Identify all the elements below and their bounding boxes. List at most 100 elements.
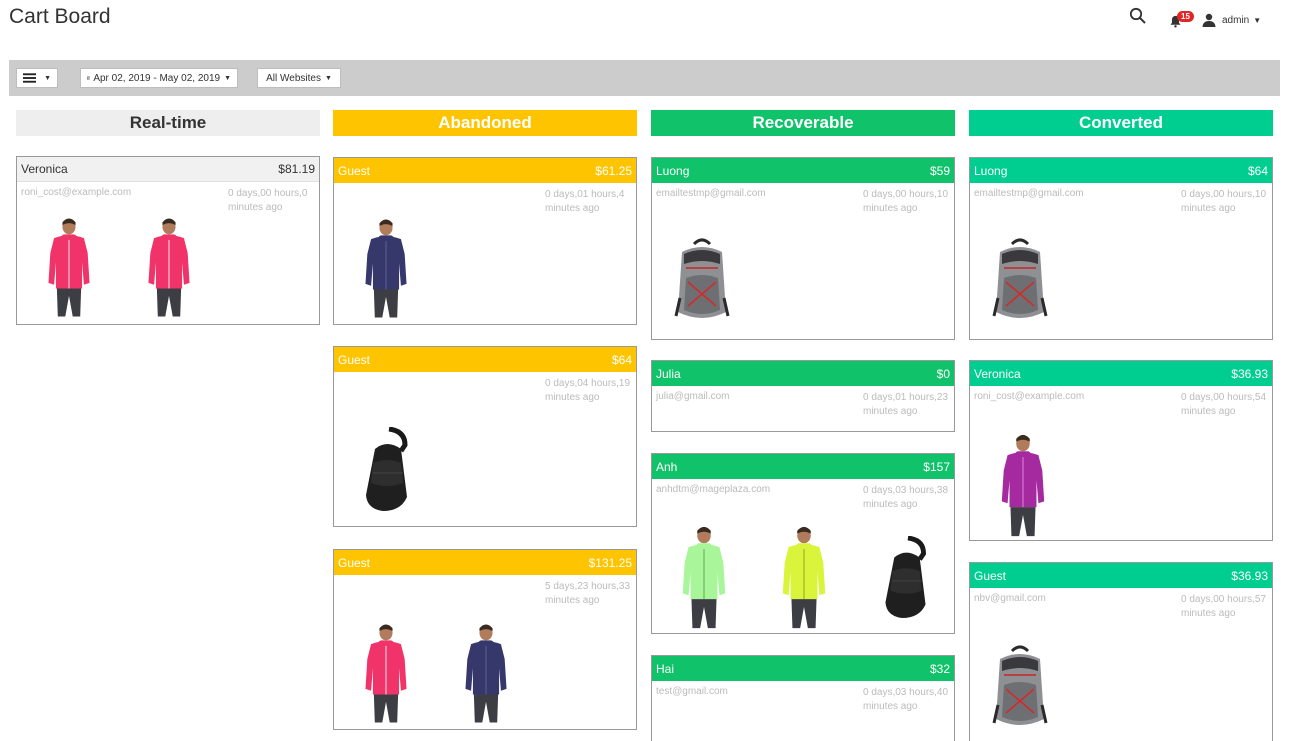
card-header: Luong $59 — [652, 158, 954, 183]
user-menu[interactable]: admin ▼ — [1202, 13, 1261, 27]
cart-time: 0 days,00 hours,10 minutes ago — [863, 189, 949, 214]
date-range-value: Apr 02, 2019 - May 02, 2019 — [93, 72, 221, 84]
chevron-down-icon: ▼ — [44, 74, 51, 82]
cart-time: 0 days,04 hours,19 minutes ago — [545, 378, 631, 403]
column-title: Recoverable — [651, 110, 955, 136]
customer-name: Veronica — [974, 366, 1021, 381]
customer-name: Guest — [338, 352, 371, 367]
cart-time: 0 days,01 hours,23 minutes ago — [863, 392, 949, 417]
customer-name: Luong — [974, 163, 1008, 178]
notifications-bell-icon[interactable]: 15 — [1169, 10, 1194, 32]
product-image — [41, 212, 97, 322]
product-image — [772, 524, 836, 630]
customer-email: test@gmail.com — [656, 686, 728, 697]
customer-name: Guest — [974, 568, 1007, 583]
website-value: All Websites — [266, 72, 321, 84]
chevron-down-icon: ▼ — [224, 74, 231, 82]
product-image — [672, 238, 732, 326]
product-image — [358, 619, 414, 727]
chevron-down-icon: ▼ — [324, 74, 332, 82]
cart-board-page: Cart Board 15 admin ▼ ▼ Apr 02, 2019 - M… — [0, 0, 1296, 741]
column-converted: Converted Luong $64 emailtestmp@gmail.co… — [969, 110, 1273, 741]
customer-name: Veronica — [21, 162, 68, 176]
customer-name: Luong — [656, 163, 690, 178]
cart-card[interactable]: Guest $64 0 days,04 hours,19 minutes ago — [333, 346, 637, 527]
search-icon[interactable] — [1129, 7, 1147, 25]
user-icon — [1202, 13, 1216, 27]
column-abandoned: Abandoned Guest $61.25 0 days,01 hours,4… — [333, 110, 637, 730]
card-header: Veronica $81.19 — [17, 157, 319, 182]
cart-time: 0 days,00 hours,57 minutes ago — [1181, 594, 1267, 619]
filter-toolbar: ▼ Apr 02, 2019 - May 02, 2019 ▼ All Webs… — [9, 60, 1280, 96]
card-header: Julia $0 — [652, 361, 954, 386]
user-name: admin — [1222, 14, 1250, 26]
cart-card[interactable]: Guest $61.25 0 days,01 hours,4 minutes a… — [333, 157, 637, 325]
cart-total: $64 — [1247, 163, 1268, 178]
cart-time: 0 days,03 hours,40 minutes ago — [863, 687, 949, 712]
card-header: Veronica $36.93 — [970, 361, 1272, 386]
customer-email: roni_cost@example.com — [974, 391, 1085, 402]
cart-time: 5 days,23 hours,33 minutes ago — [545, 581, 631, 606]
cart-time: 0 days,00 hours,0 minutes ago — [228, 188, 308, 213]
cart-total: $64 — [611, 352, 632, 367]
cart-total: $59 — [929, 163, 950, 178]
customer-email: julia@gmail.com — [656, 391, 730, 402]
cart-card[interactable]: Veronica $81.19 roni_cost@example.com 0 … — [16, 156, 320, 325]
customer-email: roni_cost@example.com — [21, 187, 132, 198]
customer-email: nbv@gmail.com — [974, 593, 1046, 604]
product-image — [880, 535, 930, 620]
product-image — [990, 645, 1050, 733]
customer-email: emailtestmp@gmail.com — [656, 188, 766, 199]
hamburger-icon — [23, 73, 37, 83]
date-range-picker[interactable]: Apr 02, 2019 - May 02, 2019 ▼ — [80, 68, 238, 88]
cart-card[interactable]: Veronica $36.93 roni_cost@example.com 0 … — [969, 360, 1273, 541]
cart-card[interactable]: Guest $36.93 nbv@gmail.com 0 days,00 hou… — [969, 562, 1273, 741]
customer-name: Julia — [656, 366, 681, 381]
card-header: Luong $64 — [970, 158, 1272, 183]
card-header: Guest $131.25 — [334, 550, 636, 575]
card-header: Guest $36.93 — [970, 563, 1272, 588]
column-title: Real-time — [16, 110, 320, 136]
cart-card[interactable]: Luong $64 emailtestmp@gmail.com 0 days,0… — [969, 157, 1273, 340]
cart-card[interactable]: Luong $59 emailtestmp@gmail.com 0 days,0… — [651, 157, 955, 340]
column-title: Converted — [969, 110, 1273, 136]
cart-time: 0 days,03 hours,38 minutes ago — [863, 485, 949, 510]
cart-total: $0 — [936, 366, 950, 381]
notification-count-badge: 15 — [1177, 11, 1194, 22]
card-header: Guest $61.25 — [334, 158, 636, 183]
customer-name: Guest — [338, 555, 371, 570]
card-header: Anh $157 — [652, 454, 954, 479]
column-realtime: Real-time Veronica $81.19 roni_cost@exam… — [16, 110, 320, 325]
cart-card[interactable]: Guest $131.25 5 days,23 hours,33 minutes… — [333, 549, 637, 730]
customer-name: Hai — [656, 661, 675, 676]
page-title: Cart Board — [9, 5, 111, 28]
card-header: Hai $32 — [652, 656, 954, 681]
customer-email: anhdtm@mageplaza.com — [656, 484, 771, 495]
cart-total: $36.93 — [1231, 366, 1268, 381]
cart-time: 0 days,00 hours,10 minutes ago — [1181, 189, 1267, 214]
cart-card[interactable]: Hai $32 test@gmail.com 0 days,03 hours,4… — [651, 655, 955, 741]
cart-total: $81.19 — [278, 162, 315, 176]
chevron-down-icon: ▼ — [1253, 15, 1262, 25]
menu-dropdown-button[interactable]: ▼ — [16, 68, 58, 88]
product-image — [994, 432, 1052, 538]
cart-card[interactable]: Anh $157 anhdtm@mageplaza.com 0 days,03 … — [651, 453, 955, 634]
cart-total: $36.93 — [1231, 568, 1268, 583]
product-image — [141, 212, 197, 322]
product-image — [672, 524, 736, 630]
cart-card[interactable]: Julia $0 julia@gmail.com 0 days,01 hours… — [651, 360, 955, 432]
cart-total: $157 — [923, 459, 950, 474]
cart-time: 0 days,01 hours,4 minutes ago — [545, 189, 625, 214]
column-recoverable: Recoverable Luong $59 emailtestmp@gmail.… — [651, 110, 955, 741]
column-title: Abandoned — [333, 110, 637, 136]
customer-email: emailtestmp@gmail.com — [974, 188, 1084, 199]
cart-total: $131.25 — [588, 555, 632, 570]
product-image — [990, 238, 1050, 326]
cart-total: $61.25 — [595, 163, 632, 178]
cart-time: 0 days,00 hours,54 minutes ago — [1181, 392, 1267, 417]
customer-name: Guest — [338, 163, 371, 178]
card-header: Guest $64 — [334, 347, 636, 372]
product-image — [458, 619, 514, 727]
product-image — [358, 426, 414, 513]
website-select[interactable]: All Websites ▼ — [257, 68, 341, 88]
